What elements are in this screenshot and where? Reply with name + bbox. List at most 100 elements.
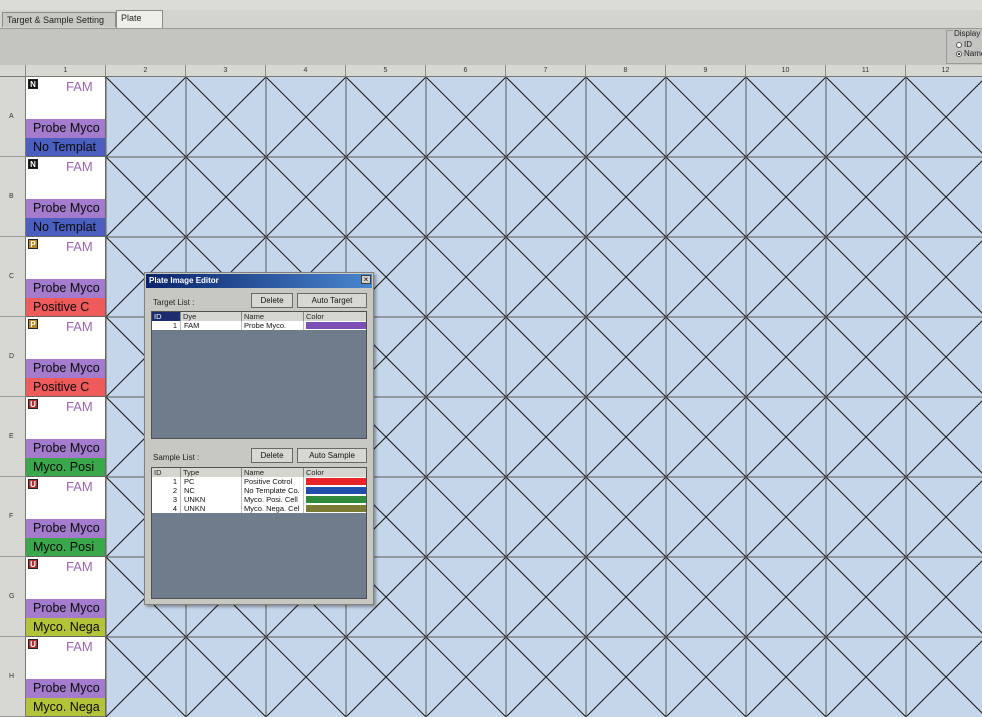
sample-color-swatch[interactable]	[306, 505, 366, 512]
target-header-name[interactable]: Name	[242, 312, 304, 321]
column-header-3[interactable]: 3	[186, 65, 266, 77]
auto-sample-button[interactable]: Auto Sample	[297, 448, 367, 463]
display-option-name-label: Name	[964, 49, 982, 58]
sample-header-type[interactable]: Type	[181, 468, 242, 477]
radio-id[interactable]	[956, 41, 962, 48]
well-g1[interactable]: U FAM Probe Myco Myco. Nega	[26, 557, 106, 637]
well-dye-label: FAM	[66, 559, 93, 574]
sample-color-swatch[interactable]	[306, 496, 366, 503]
sample-type-badge: U	[28, 559, 38, 569]
radio-name[interactable]	[956, 50, 962, 57]
sample-row-type: UNKN	[181, 504, 242, 513]
well-target-label: Probe Myco	[26, 599, 105, 618]
sample-row[interactable]: 3 UNKN Myco. Posi. Cell	[152, 495, 366, 504]
row-header-h[interactable]: H	[0, 637, 26, 717]
column-header-1[interactable]: 1	[26, 65, 106, 77]
well-d1[interactable]: P FAM Probe Myco Positive C	[26, 317, 106, 397]
well-dye-label: FAM	[66, 79, 93, 94]
well-sample-label: Positive C	[26, 298, 105, 316]
sample-header-color[interactable]: Color	[304, 468, 366, 477]
row-header-label: A	[9, 113, 14, 120]
sample-color-swatch[interactable]	[306, 487, 366, 494]
well-target-label: Probe Myco	[26, 439, 105, 458]
target-row-id: 1	[152, 321, 181, 330]
sample-row-id: 1	[152, 477, 181, 486]
column-header-9[interactable]: 9	[666, 65, 746, 77]
row-header-e[interactable]: E	[0, 397, 26, 477]
close-icon[interactable]: ×	[361, 275, 371, 284]
well-dye-label: FAM	[66, 239, 93, 254]
target-header-id[interactable]: ID	[152, 312, 181, 321]
dialog-title: Plate Image Editor	[146, 274, 372, 288]
column-header-6[interactable]: 6	[426, 65, 506, 77]
target-header-color[interactable]: Color	[304, 312, 366, 321]
sample-row[interactable]: 2 NC No Template Co.	[152, 486, 366, 495]
well-dye-label: FAM	[66, 159, 93, 174]
tab-plate-image[interactable]: Plate Image	[116, 10, 163, 38]
well-h1[interactable]: U FAM Probe Myco Myco. Nega	[26, 637, 106, 717]
target-delete-button[interactable]: Delete	[251, 293, 293, 308]
corner-header	[0, 65, 26, 77]
column-header-10[interactable]: 10	[746, 65, 826, 77]
sample-row-color-cell[interactable]	[304, 486, 366, 495]
sample-row-type: NC	[181, 486, 242, 495]
sample-type-badge: P	[28, 239, 38, 249]
column-header-5[interactable]: 5	[346, 65, 426, 77]
row-header-label: E	[9, 433, 14, 440]
display-option-name[interactable]: Name	[956, 49, 982, 58]
sample-delete-button[interactable]: Delete	[251, 448, 293, 463]
sample-type-badge: P	[28, 319, 38, 329]
row-header-label: H	[9, 673, 15, 680]
sample-list[interactable]: ID Type Name Color 1 PC Positive Cotrol 2 NC…	[151, 467, 367, 599]
display-mode-group: Display ID Name	[946, 29, 982, 64]
well-c1[interactable]: P FAM Probe Myco Positive C	[26, 237, 106, 317]
sample-row-id: 4	[152, 504, 181, 513]
column-header-4[interactable]: 4	[266, 65, 346, 77]
target-color-swatch[interactable]	[306, 322, 366, 329]
column-header-2[interactable]: 2	[106, 65, 186, 77]
row-header-g[interactable]: G	[0, 557, 26, 637]
target-list-label: Target List :	[153, 298, 195, 307]
well-sample-label: Myco. Nega	[26, 618, 105, 636]
sample-header-id[interactable]: ID	[152, 468, 181, 477]
row-header-label: C	[9, 273, 15, 280]
display-option-id[interactable]: ID	[956, 40, 972, 49]
target-list[interactable]: ID Dye Name Color 1 FAM Probe Myco.	[151, 311, 367, 439]
target-row-color-cell[interactable]	[304, 321, 366, 330]
row-header-b[interactable]: B	[0, 157, 26, 237]
well-a1[interactable]: N FAM Probe Myco No Templat	[26, 77, 106, 157]
sample-row-color-cell[interactable]	[304, 504, 366, 513]
sample-type-badge: U	[28, 399, 38, 409]
row-header-a[interactable]: A	[0, 77, 26, 157]
window-top-strip	[0, 0, 982, 10]
sample-row-color-cell[interactable]	[304, 495, 366, 504]
well-e1[interactable]: U FAM Probe Myco Myco. Posi	[26, 397, 106, 477]
well-target-label: Probe Myco	[26, 679, 105, 698]
sample-row-color-cell[interactable]	[304, 477, 366, 486]
well-f1[interactable]: U FAM Probe Myco Myco. Posi	[26, 477, 106, 557]
column-header-11[interactable]: 11	[826, 65, 906, 77]
row-header-d[interactable]: D	[0, 317, 26, 397]
well-sample-label: Myco. Posi	[26, 538, 105, 556]
well-b1[interactable]: N FAM Probe Myco No Templat	[26, 157, 106, 237]
sample-type-badge: U	[28, 639, 38, 649]
sample-row[interactable]: 4 UNKN Myco. Nega. Cel	[152, 504, 366, 513]
sample-header-name[interactable]: Name	[242, 468, 304, 477]
well-dye-label: FAM	[66, 319, 93, 334]
target-row[interactable]: 1 FAM Probe Myco.	[152, 321, 366, 330]
column-header-12[interactable]: 12	[906, 65, 982, 77]
well-target-label: Probe Myco	[26, 119, 105, 138]
column-header-7[interactable]: 7	[506, 65, 586, 77]
tab-bar: Target & Sample Setting Plate Image	[0, 10, 982, 38]
tab-target-sample-setting[interactable]: Target & Sample Setting	[2, 12, 116, 27]
auto-target-button[interactable]: Auto Target	[297, 293, 367, 308]
row-header-f[interactable]: F	[0, 477, 26, 557]
column-header-8[interactable]: 8	[586, 65, 666, 77]
row-header-c[interactable]: C	[0, 237, 26, 317]
sample-color-swatch[interactable]	[306, 478, 366, 485]
sample-row-id: 3	[152, 495, 181, 504]
target-header-dye[interactable]: Dye	[181, 312, 242, 321]
well-sample-label: Myco. Posi	[26, 458, 105, 476]
sample-row[interactable]: 1 PC Positive Cotrol	[152, 477, 366, 486]
well-sample-label: Myco. Nega	[26, 698, 105, 716]
